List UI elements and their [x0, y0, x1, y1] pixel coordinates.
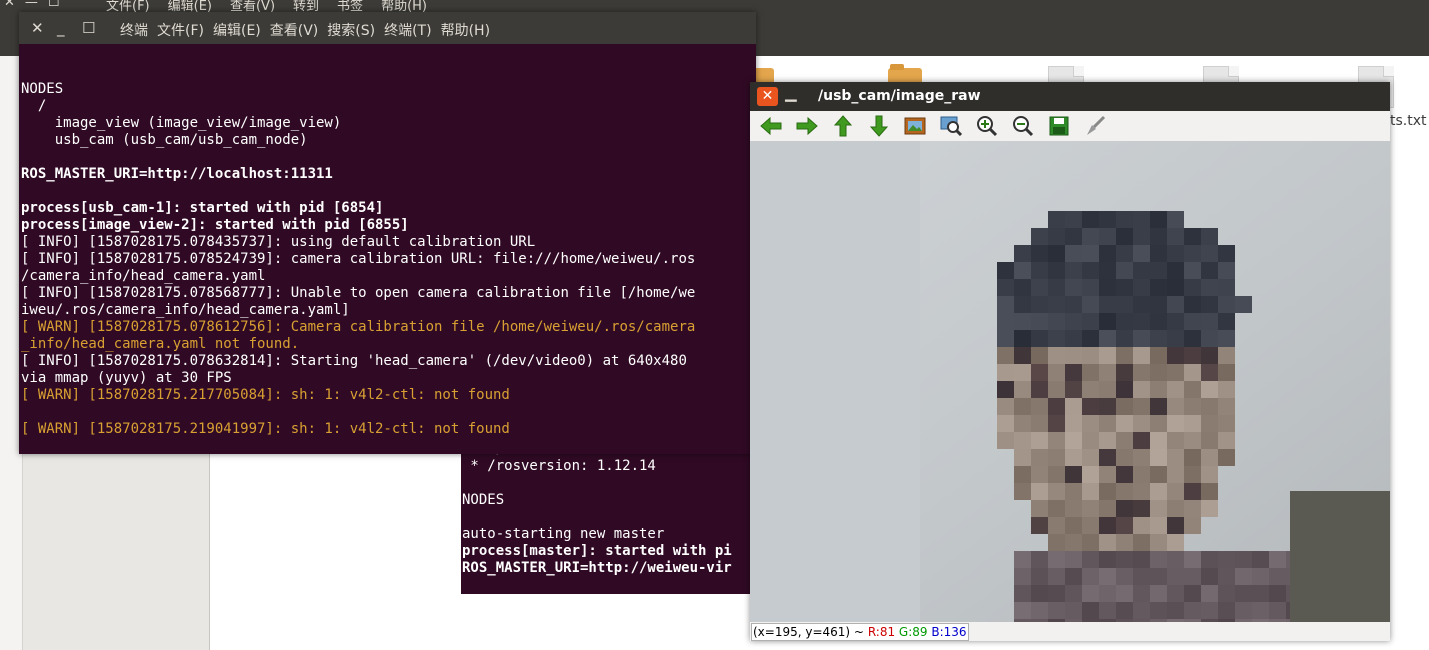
terminal-back-output: * /rosdistro: melodic * /rosversion: 1.1…: [462, 441, 732, 577]
minimize-button[interactable]: ▁: [785, 84, 797, 102]
blue-value: B:136: [931, 625, 967, 639]
minimize-icon[interactable]: —: [25, 0, 38, 10]
camera-image[interactable]: [750, 141, 1390, 622]
green-value: G:89: [898, 625, 928, 639]
terminal-menu-item[interactable]: 搜索(S): [327, 20, 375, 40]
terminal-line: * /rosversion: 1.12.14: [462, 458, 656, 474]
terminal-line: /: [21, 98, 47, 114]
top-menu: 文件(F) 编辑(E) 查看(V) 转到 书签 帮助(H): [106, 0, 427, 12]
top-menu-item[interactable]: 查看(V): [230, 0, 275, 12]
camera-image-pixelated: [750, 141, 1390, 622]
terminal-window[interactable]: ✕ _ ☐ 终端 文件(F) 编辑(E) 查看(V) 搜索(S) 终端(T) 帮助(H) N…: [19, 12, 756, 454]
terminal-line: [ INFO] [1587028175.078435737]: using de…: [21, 234, 536, 250]
terminal-menu-item[interactable]: 编辑(E): [213, 20, 261, 40]
brush-icon[interactable]: [1082, 114, 1107, 138]
terminal-menu-item[interactable]: 终端: [120, 20, 148, 40]
maximize-icon[interactable]: ☐: [48, 0, 60, 10]
terminal-line: process[image_view-2]: started with pid …: [21, 217, 409, 233]
terminal-menu-item[interactable]: 查看(V): [270, 20, 319, 40]
image-view-window[interactable]: ✕ ▁ /usb_cam/image_raw (x=195, y=461) ~ …: [750, 82, 1390, 641]
terminal-menu-item[interactable]: 文件(F): [157, 20, 204, 40]
terminal-titlebar[interactable]: ✕ _ ☐ 终端 文件(F) 编辑(E) 查看(V) 搜索(S) 终端(T) 帮助(H): [19, 12, 756, 44]
terminal-menu-item[interactable]: 帮助(H): [441, 20, 490, 40]
terminal-line: iweu/.ros/camera_info/head_camera.yaml]: [21, 302, 350, 318]
terminal-line: [ WARN] [1587028175.078612756]: Camera c…: [21, 319, 696, 335]
close-icon[interactable]: ✕: [31, 19, 44, 37]
coords-text: (x=195, y=461) ~: [753, 625, 864, 639]
up-arrow-icon[interactable]: [830, 114, 855, 138]
back-arrow-icon[interactable]: [758, 114, 783, 138]
terminal-line: usb_cam (usb_cam/usb_cam_node): [21, 132, 308, 148]
picture-icon[interactable]: [902, 114, 927, 138]
zoom-fit-icon[interactable]: [938, 114, 963, 138]
image-view-toolbar: [750, 111, 1390, 141]
terminal-lines: NODES / image_view (image_view/image_vie…: [21, 81, 756, 454]
terminal-line: /camera_info/head_camera.yaml: [21, 268, 266, 284]
save-icon[interactable]: [1046, 114, 1071, 138]
top-menu-item[interactable]: 文件(F): [106, 0, 150, 12]
terminal-line: process[master]: started with pi: [462, 543, 732, 559]
terminal-line: ROS_MASTER_URI=http://weiweu-vir: [462, 560, 732, 576]
top-window-controls: ✕ — ☐: [4, 0, 60, 10]
image-view-titlebar[interactable]: ✕ ▁ /usb_cam/image_raw: [750, 82, 1390, 111]
down-arrow-icon[interactable]: [866, 114, 891, 138]
top-menu-item[interactable]: 帮助(H): [381, 0, 427, 12]
terminal-line: auto-starting new master: [462, 526, 665, 542]
pixel-readout: (x=195, y=461) ~ R:81 G:89 B:136: [751, 623, 969, 641]
terminal-line: ROS_MASTER_URI=http://localhost:11311: [21, 166, 333, 182]
terminal-menu-bar: 终端 文件(F) 编辑(E) 查看(V) 搜索(S) 终端(T) 帮助(H): [120, 20, 490, 40]
forward-arrow-icon[interactable]: [794, 114, 819, 138]
red-value: R:81: [867, 625, 896, 639]
status-bar: (x=195, y=461) ~ R:81 G:89 B:136: [750, 623, 1390, 641]
terminal-back[interactable]: * /rosdistro: melodic * /rosversion: 1.1…: [461, 440, 751, 594]
terminal-line: image_view (image_view/image_view): [21, 115, 342, 131]
minimize-icon[interactable]: _: [57, 19, 65, 37]
terminal-line: process[usb_cam-1]: started with pid [68…: [21, 200, 384, 216]
terminal-line: via mmap (yuyv) at 30 FPS: [21, 370, 232, 386]
terminal-line: _info/head_camera.yaml not found.: [21, 336, 300, 352]
top-menu-item[interactable]: 编辑(E): [168, 0, 212, 12]
window-title: /usb_cam/image_raw: [818, 88, 981, 104]
terminal-line: NODES: [21, 81, 64, 97]
terminal-line: [ WARN] [1587028175.219041997]: sh: 1: v…: [21, 421, 510, 437]
desktop-top-bar: ✕ — ☐ 文件(F) 编辑(E) 查看(V) 转到 书签 帮助(H): [0, 0, 1429, 12]
terminal-line: [ INFO] [1587028175.078632814]: Starting…: [21, 353, 687, 369]
maximize-icon[interactable]: ☐: [82, 19, 95, 37]
terminal-output[interactable]: NODES / image_view (image_view/image_vie…: [21, 47, 756, 454]
file-label[interactable]: ts.txt: [1390, 113, 1427, 129]
terminal-line: NODES: [462, 492, 505, 508]
close-icon[interactable]: ✕: [4, 0, 15, 10]
terminal-line: [ INFO] [1587028175.078568777]: Unable t…: [21, 285, 696, 301]
zoom-in-icon[interactable]: [974, 114, 999, 138]
top-menu-item[interactable]: 书签: [337, 0, 363, 12]
top-menu-item[interactable]: 转到: [293, 0, 319, 12]
terminal-line: [ INFO] [1587028175.078524739]: camera c…: [21, 251, 696, 267]
close-button[interactable]: ✕: [757, 87, 778, 106]
terminal-line: [ WARN] [1587028175.217705084]: sh: 1: v…: [21, 387, 510, 403]
zoom-out-icon[interactable]: [1010, 114, 1035, 138]
terminal-menu-item[interactable]: 终端(T): [384, 20, 431, 40]
